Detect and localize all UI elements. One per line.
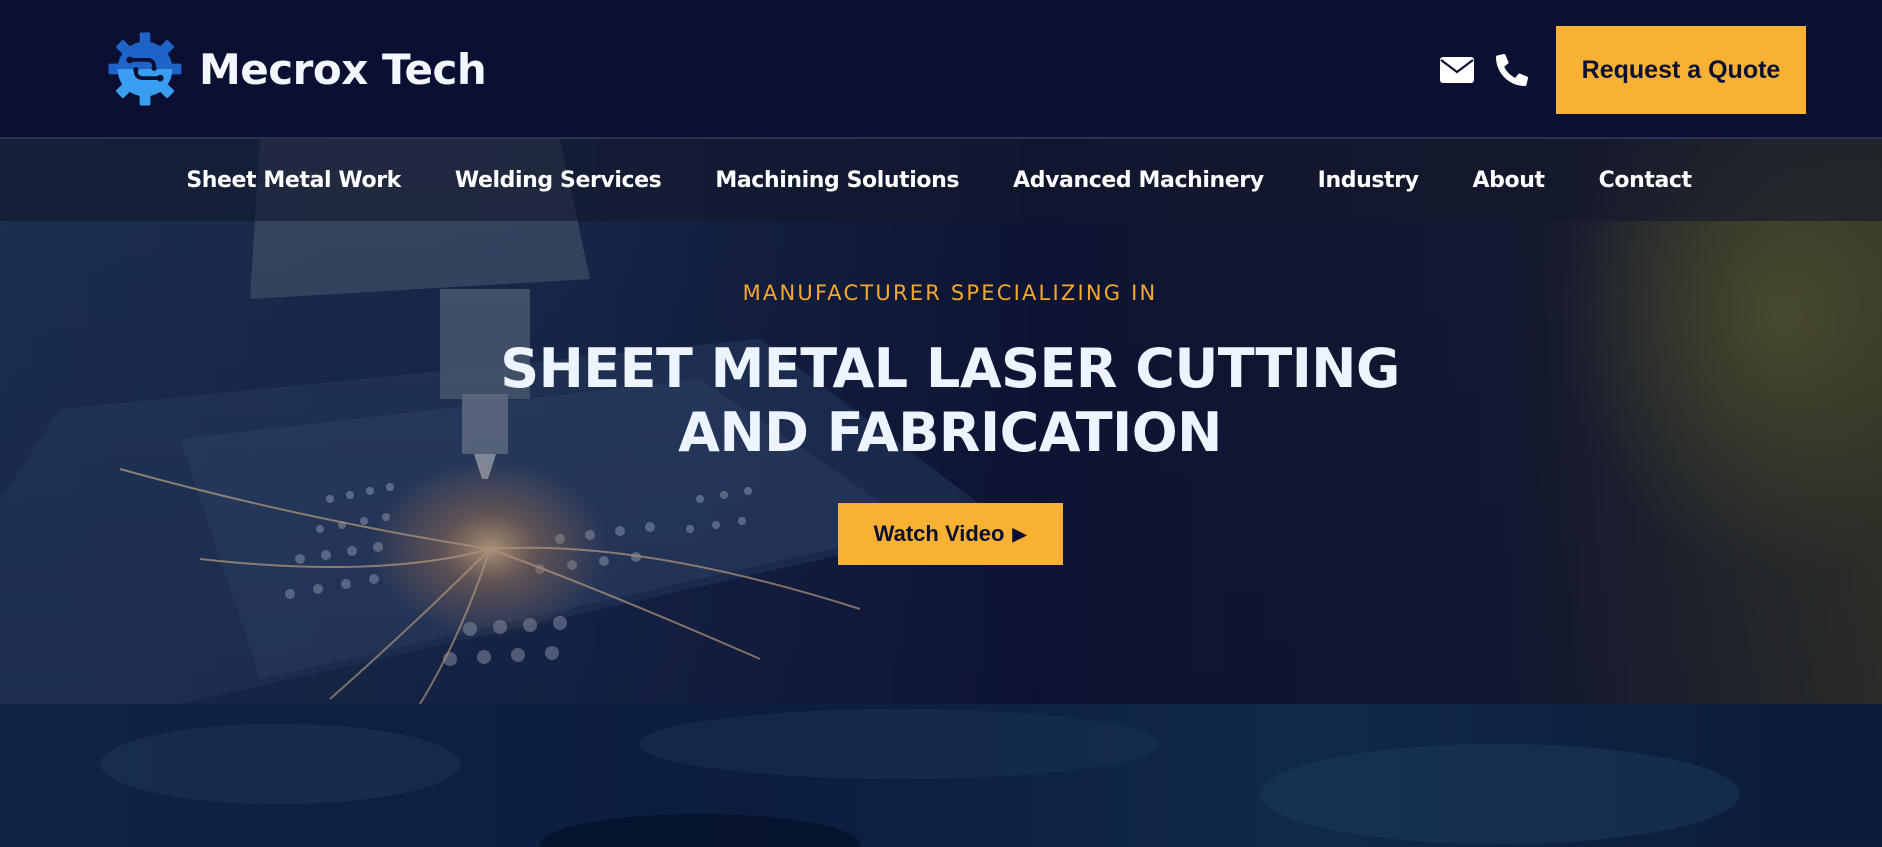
nav-item-sheet-metal-work[interactable]: Sheet Metal Work xyxy=(186,168,401,193)
phone-icon[interactable] xyxy=(1496,54,1528,86)
nav-item-about[interactable]: About xyxy=(1473,168,1545,193)
nav-item-contact[interactable]: Contact xyxy=(1599,168,1692,193)
hero-title-line-1: SHEET METAL LASER CUTTING xyxy=(500,337,1400,400)
nav-item-machining-solutions[interactable]: Machining Solutions xyxy=(715,168,959,193)
nav-item-welding-services[interactable]: Welding Services xyxy=(455,168,662,193)
next-section-background xyxy=(0,704,1882,847)
envelope-icon[interactable] xyxy=(1440,57,1474,83)
contact-icons xyxy=(1440,52,1528,88)
hero-eyebrow: MANUFACTURER SPECIALIZING IN xyxy=(742,281,1158,305)
brand-name: Mecrox Tech xyxy=(199,44,487,94)
nav-item-industry[interactable]: Industry xyxy=(1318,168,1419,193)
nav-item-advanced-machinery[interactable]: Advanced Machinery xyxy=(1013,168,1264,193)
hero-section: Sheet Metal Work Welding Services Machin… xyxy=(0,139,1882,704)
play-icon: ▶ xyxy=(1012,523,1027,544)
hero-content: MANUFACTURER SPECIALIZING IN SHEET METAL… xyxy=(0,281,1882,565)
watch-video-label: Watch Video xyxy=(873,521,1005,546)
gear-circuit-logo-icon xyxy=(108,32,182,106)
blurred-background-image xyxy=(0,704,1882,847)
main-navigation: Sheet Metal Work Welding Services Machin… xyxy=(0,139,1882,221)
request-quote-button[interactable]: Request a Quote xyxy=(1556,26,1806,114)
site-header: Mecrox Tech Request a Quote xyxy=(0,0,1882,139)
hero-title: SHEET METAL LASER CUTTING AND FABRICATIO… xyxy=(0,337,1882,465)
brand-link[interactable]: Mecrox Tech xyxy=(107,30,487,108)
watch-video-button[interactable]: Watch Video ▶ xyxy=(837,503,1063,565)
hero-title-line-2: AND FABRICATION xyxy=(678,401,1222,464)
